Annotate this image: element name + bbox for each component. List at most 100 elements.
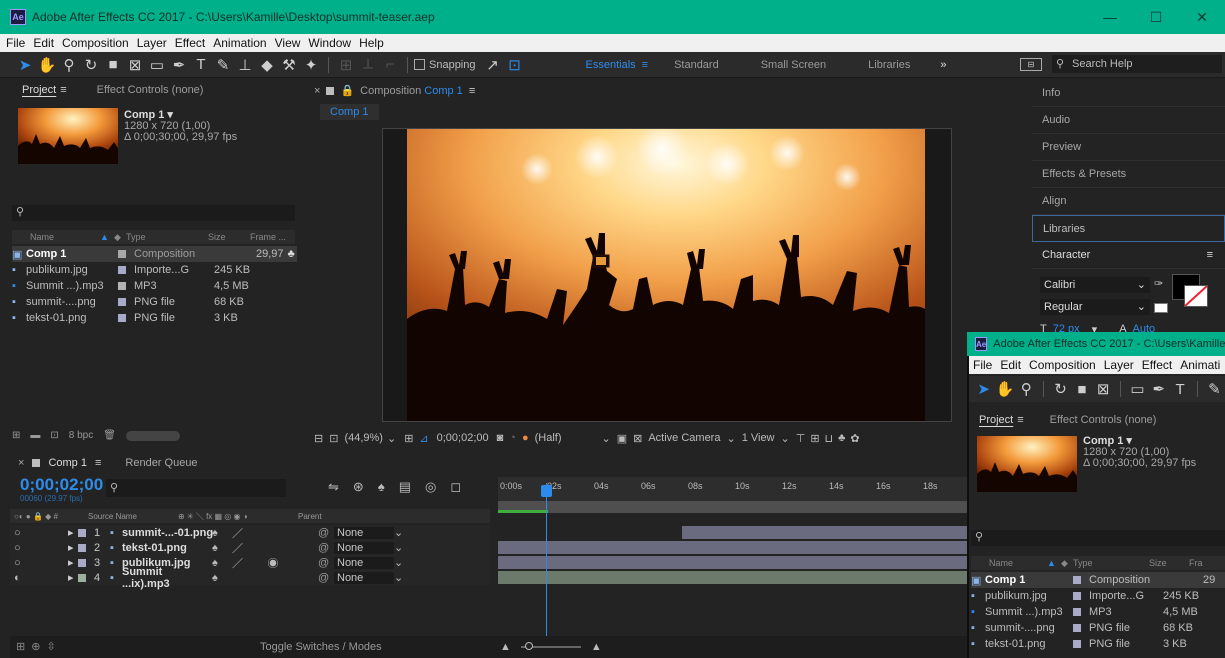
shy-switch-icon[interactable]: ♠ — [212, 527, 232, 539]
workspace-essentials[interactable]: Essentials — [586, 59, 636, 71]
type-tool-icon[interactable]: T — [1169, 381, 1190, 398]
graph-editor-icon[interactable]: ◻ — [450, 479, 461, 495]
timeline-toggle-icon[interactable]: ⊤ — [796, 432, 806, 445]
expand-triangle-icon[interactable]: ▸ — [68, 526, 78, 539]
overlay-project-item[interactable]: ▪ tekst-01.png PNG file 3 KB — [971, 636, 1225, 652]
align-panel[interactable]: Align — [1032, 188, 1225, 215]
col-source-name[interactable]: Source Name — [88, 512, 178, 521]
chevron-down-icon[interactable]: ⌄ — [601, 432, 610, 445]
stroke-color-swatch[interactable] — [1184, 285, 1208, 307]
overlay-tab-effect-controls[interactable]: Effect Controls (none) — [1050, 414, 1157, 426]
video-toggle-icon[interactable]: ○ — [10, 542, 32, 554]
eraser-tool-icon[interactable]: ◆ — [256, 56, 278, 74]
overlay-col-frame[interactable]: Fra — [1189, 558, 1203, 568]
expand-triangle-icon[interactable]: ▸ — [68, 541, 78, 554]
video-toggle-icon[interactable]: ○ — [10, 527, 32, 539]
menu-help[interactable]: Help — [355, 36, 388, 50]
roto-brush-tool-icon[interactable]: ⚒ — [278, 56, 300, 74]
project-search-input[interactable]: ⚲ — [12, 205, 295, 221]
timeline-zoom-slider[interactable] — [520, 642, 581, 650]
project-item[interactable]: ▣ Comp 1 Composition 29,97 ♣ — [12, 246, 297, 262]
overlay-col-type[interactable]: Type — [1073, 558, 1149, 568]
camera-select[interactable]: Active Camera — [648, 432, 720, 444]
comp-breadcrumb[interactable]: Comp 1 — [320, 104, 379, 120]
font-family-select[interactable]: Calibri ⌄ — [1040, 277, 1150, 293]
frame-blending-icon[interactable]: ▤ — [399, 479, 411, 495]
rotate-tool-icon[interactable]: ↻ — [80, 56, 102, 74]
project-item[interactable]: ▪ Summit ...).mp3 MP3 4,5 MB — [12, 278, 297, 294]
time-stretch-icon[interactable]: ⇳ — [46, 640, 55, 653]
layer-duration-bar[interactable] — [682, 526, 970, 539]
color-depth-label[interactable]: 8 bpc — [69, 430, 93, 441]
new-composition-icon[interactable]: ⊡ — [50, 430, 58, 441]
motion-blur-icon[interactable]: ◎ — [425, 479, 436, 495]
snapping-checkbox[interactable] — [414, 59, 425, 70]
label-color-chip[interactable] — [118, 250, 126, 258]
playhead-line[interactable] — [546, 483, 547, 653]
current-time-display[interactable]: 0;00;02;00 — [437, 432, 489, 444]
chevron-down-icon[interactable]: ⌄ — [394, 556, 403, 569]
pen-tool-icon[interactable]: ✒ — [1148, 380, 1169, 398]
effects-presets-panel[interactable]: Effects & Presets — [1032, 161, 1225, 188]
time-ruler[interactable]: 0:00s 02s 04s 06s 08s 10s 12s 14s 16s 18s — [498, 477, 970, 501]
workspace-standard[interactable]: Standard — [674, 59, 719, 71]
chevron-down-icon[interactable]: ⌄ — [394, 541, 403, 554]
color-channel-icon[interactable]: ● — [522, 432, 529, 444]
preview-panel[interactable]: Preview — [1032, 134, 1225, 161]
info-panel[interactable]: Info — [1032, 80, 1225, 107]
pick-whip-icon[interactable]: @ — [318, 572, 334, 584]
audio-panel[interactable]: Audio — [1032, 107, 1225, 134]
label-color-chip[interactable] — [118, 298, 126, 306]
col-name[interactable]: Name — [12, 232, 100, 242]
maximize-button[interactable]: ☐ — [1133, 0, 1179, 34]
pen-tool-icon[interactable]: ✒ — [168, 56, 190, 74]
playhead-handle[interactable] — [541, 485, 552, 497]
quality-switch-icon[interactable]: ／ — [232, 525, 318, 541]
layer-label-chip[interactable] — [78, 543, 86, 552]
tab-effect-controls[interactable]: Effect Controls (none) — [97, 84, 204, 96]
pick-whip-icon[interactable]: @ — [318, 542, 334, 554]
label-column-icon[interactable]: ◆ — [1061, 558, 1073, 569]
menu-effect[interactable]: Effect — [171, 36, 209, 50]
transparency-grid-icon[interactable]: ⊿ — [419, 432, 428, 445]
hand-tool-icon[interactable]: ✋ — [994, 380, 1015, 398]
search-help-field[interactable]: ⚲ Search Help — [1052, 55, 1222, 73]
layer-name[interactable]: tekst-01.png — [122, 542, 212, 554]
toggle-switches-modes-button[interactable]: Toggle Switches / Modes — [260, 641, 382, 653]
label-color-chip[interactable] — [1073, 624, 1081, 632]
hand-tool-icon[interactable]: ✋ — [36, 56, 58, 74]
interpret-footage-icon[interactable]: ⊞ — [12, 430, 20, 441]
workspace-menu-icon[interactable]: ≡ — [642, 59, 648, 71]
grid-icon[interactable]: ⊞ — [404, 432, 413, 445]
label-color-chip[interactable] — [118, 266, 126, 274]
label-color-chip[interactable] — [1073, 640, 1081, 648]
expand-triangle-icon[interactable]: ▸ — [68, 571, 78, 584]
pan-behind-tool-icon[interactable]: ⊠ — [1093, 380, 1114, 398]
draft-3d-icon[interactable]: ⊛ — [353, 479, 364, 495]
chevron-down-icon[interactable]: ⌄ — [781, 432, 790, 445]
menu-layer[interactable]: Layer — [133, 36, 171, 50]
lock-icon[interactable]: 🔒 — [340, 84, 354, 97]
magnification-select[interactable]: (44,9%) — [344, 432, 383, 444]
thumbnail-slider[interactable] — [125, 430, 180, 441]
zoom-tool-icon[interactable]: ⚲ — [58, 56, 80, 74]
brush-tool-icon[interactable]: ✎ — [1204, 380, 1225, 398]
pan-behind-tool-icon[interactable]: ⊠ — [124, 56, 146, 74]
layer-label-chip[interactable] — [78, 528, 86, 537]
layer-duration-bar[interactable] — [498, 556, 970, 569]
timeline-layer-row[interactable]: ○ ▸ 3 ▪ publikum.jpg ♠ ／ ◉ @ None ⌄ — [10, 555, 490, 570]
tab-comp1-timeline[interactable]: Comp 1 — [48, 457, 87, 469]
pick-whip-icon[interactable]: @ — [318, 557, 334, 569]
label-color-chip[interactable] — [118, 282, 126, 290]
project-item[interactable]: ▪ tekst-01.png PNG file 3 KB — [12, 310, 297, 326]
menu-window[interactable]: Window — [304, 36, 355, 50]
resolution-select[interactable]: (Half) — [535, 432, 562, 444]
layer-label-chip[interactable] — [78, 573, 86, 582]
chevron-down-icon[interactable]: ⌄ — [726, 432, 735, 445]
timeline-layer-row[interactable]: ◐ ▸ 4 ▪ Summit ...ix).mp3 ♠ @ None ⌄ — [10, 566, 490, 590]
clone-stamp-tool-icon[interactable]: ⊥ — [234, 56, 256, 74]
label-color-chip[interactable] — [1073, 576, 1081, 584]
snapshot-icon[interactable]: ◙ — [497, 432, 504, 444]
selection-tool-icon[interactable]: ➤ — [973, 380, 994, 398]
selection-tool-icon[interactable]: ➤ — [14, 56, 36, 74]
